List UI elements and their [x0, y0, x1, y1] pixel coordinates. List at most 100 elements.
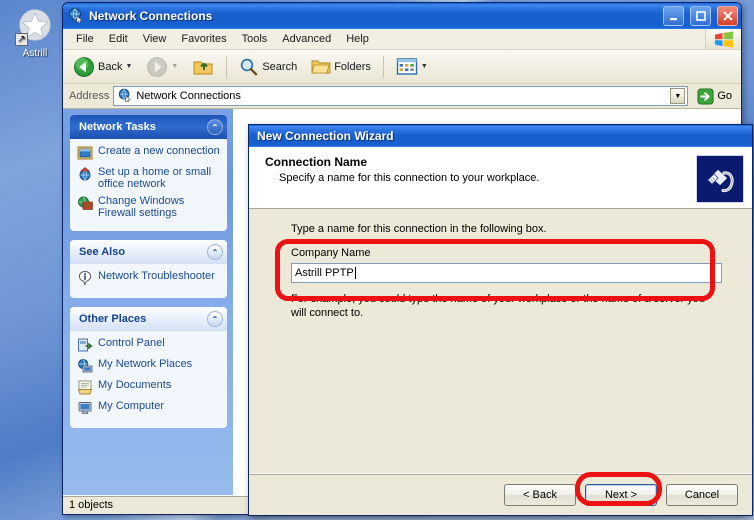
sidebar-item-label: Network Troubleshooter	[98, 270, 215, 282]
menu-advanced[interactable]: Advanced	[275, 31, 338, 47]
panel-other-places-header[interactable]: Other Places ⌃	[70, 307, 227, 331]
maximize-button[interactable]	[690, 6, 711, 26]
up-button[interactable]	[186, 53, 220, 81]
menu-help[interactable]: Help	[339, 31, 376, 47]
panel-see-also: See Also ⌃ Network	[70, 240, 227, 298]
search-label: Search	[262, 61, 297, 73]
chevron-up-icon[interactable]: ⌃	[207, 244, 223, 260]
close-button[interactable]	[717, 6, 738, 26]
panel-network-tasks-header[interactable]: Network Tasks ⌃	[70, 115, 227, 139]
wizard-titlebar: New Connection Wizard	[249, 125, 752, 147]
explorer-toolbar: Back ▼ ▼	[63, 50, 741, 84]
sidebar-item-label: My Network Places	[98, 358, 192, 370]
forward-dropdown-icon: ▼	[171, 63, 178, 70]
minimize-button[interactable]	[663, 6, 684, 26]
go-label: Go	[717, 90, 732, 102]
sidebar-item-label: My Documents	[98, 379, 171, 391]
panel-see-also-header[interactable]: See Also ⌃	[70, 240, 227, 264]
home-network-icon	[77, 166, 93, 182]
next-button[interactable]: Next >	[585, 484, 657, 506]
sidebar-item-control-panel[interactable]: Control Panel	[77, 337, 222, 353]
sidebar-item-label: Change Windows Firewall settings	[98, 195, 222, 219]
menu-tools[interactable]: Tools	[235, 31, 275, 47]
address-globe-icon	[118, 88, 132, 105]
toolbar-separator	[226, 56, 227, 78]
back-button[interactable]: Back ▼	[67, 53, 138, 81]
new-connection-icon	[77, 145, 93, 161]
cancel-button[interactable]: Cancel	[666, 484, 738, 506]
sidebar-item-network-troubleshooter[interactable]: Network Troubleshooter	[77, 270, 222, 286]
sidebar-item-my-documents[interactable]: My Documents	[77, 379, 222, 395]
address-dropdown-icon[interactable]: ▼	[670, 88, 685, 104]
shortcut-arrow-icon: ↗	[15, 33, 28, 46]
panel-other-places: Other Places ⌃ Con	[70, 307, 227, 428]
back-button[interactable]: < Back	[504, 484, 576, 506]
explorer-menubar: File Edit View Favorites Tools Advanced …	[63, 29, 741, 50]
chevron-up-icon[interactable]: ⌃	[207, 119, 223, 135]
wizard-title: New Connection Wizard	[257, 129, 394, 143]
address-bar: Address Network Connections ▼ Go	[63, 84, 741, 109]
panel-see-also-body: Network Troubleshooter	[70, 264, 227, 298]
panel-network-tasks-body: Create a new connection Set up a home o	[70, 139, 227, 231]
network-places-icon	[77, 358, 93, 374]
windows-flag-icon	[705, 29, 741, 49]
address-value: Network Connections	[136, 90, 666, 102]
sidebar-item-label: Create a new connection	[98, 145, 220, 157]
go-button[interactable]: Go	[692, 86, 737, 107]
company-name-label: Company Name	[291, 247, 722, 259]
sidebar-item-setup-home-network[interactable]: Set up a home or small office network	[77, 166, 222, 190]
sidebar-item-label: Control Panel	[98, 337, 165, 349]
chevron-up-icon[interactable]: ⌃	[207, 311, 223, 327]
sidebar-item-label: Set up a home or small office network	[98, 166, 222, 190]
sidebar-item-change-firewall-settings[interactable]: Change Windows Firewall settings	[77, 195, 222, 219]
sidebar-item-label: My Computer	[98, 400, 164, 412]
toolbar-separator-2	[383, 56, 384, 78]
wizard-instruction: Type a name for this connection in the f…	[291, 223, 722, 235]
network-plug-icon	[696, 155, 744, 203]
sidebar-item-create-new-connection[interactable]: Create a new connection	[77, 145, 222, 161]
computer-icon	[77, 400, 93, 416]
menu-file[interactable]: File	[69, 31, 101, 47]
menu-edit[interactable]: Edit	[102, 31, 135, 47]
desktop-icon-astrill[interactable]: ↗ Astrill	[6, 6, 64, 59]
sidebar-item-my-network-places[interactable]: My Network Places	[77, 358, 222, 374]
company-name-field[interactable]: Astrill PPTP	[291, 263, 722, 283]
firewall-icon	[77, 195, 93, 211]
wizard-subheading: Specify a name for this connection to yo…	[265, 172, 688, 184]
wizard-heading: Connection Name	[265, 155, 688, 169]
text-cursor	[355, 267, 356, 279]
wizard-header: Connection Name Specify a name for this …	[249, 147, 752, 209]
info-icon	[77, 270, 93, 286]
folders-button[interactable]: Folders	[305, 54, 377, 80]
forward-button[interactable]: ▼	[140, 53, 184, 81]
desktop-icon-label: Astrill	[6, 48, 64, 59]
menu-favorites[interactable]: Favorites	[174, 31, 233, 47]
explorer-sidebar: Network Tasks ⌃ Cr	[63, 109, 233, 495]
new-connection-wizard-dialog: New Connection Wizard Connection Name Sp…	[248, 124, 753, 516]
status-text: 1 objects	[69, 499, 113, 511]
explorer-titlebar: Network Connections	[63, 3, 741, 29]
address-label: Address	[69, 90, 109, 102]
documents-icon	[77, 379, 93, 395]
address-input[interactable]: Network Connections ▼	[113, 86, 688, 106]
search-button[interactable]: Search	[233, 54, 303, 80]
sidebar-item-my-computer[interactable]: My Computer	[77, 400, 222, 416]
panel-other-places-title: Other Places	[79, 313, 207, 325]
wizard-footer: < Back Next > Cancel	[249, 473, 752, 515]
panel-see-also-title: See Also	[79, 246, 207, 258]
views-button[interactable]: ▼	[390, 54, 434, 80]
explorer-title: Network Connections	[89, 9, 658, 23]
views-dropdown-icon[interactable]: ▼	[421, 63, 428, 70]
back-dropdown-icon[interactable]: ▼	[125, 63, 132, 70]
control-panel-icon	[77, 337, 93, 353]
panel-network-tasks-title: Network Tasks	[79, 121, 207, 133]
back-label: Back	[98, 61, 122, 73]
company-name-value: Astrill PPTP	[295, 267, 354, 279]
network-connections-icon	[68, 7, 84, 26]
panel-other-places-body: Control Panel My Net	[70, 331, 227, 428]
panel-network-tasks: Network Tasks ⌃ Cr	[70, 115, 227, 231]
wizard-note: For example, you could type the name of …	[291, 292, 722, 320]
astrill-logo-icon: ↗	[15, 6, 55, 46]
menu-view[interactable]: View	[136, 31, 174, 47]
wizard-body: Type a name for this connection in the f…	[249, 209, 752, 473]
